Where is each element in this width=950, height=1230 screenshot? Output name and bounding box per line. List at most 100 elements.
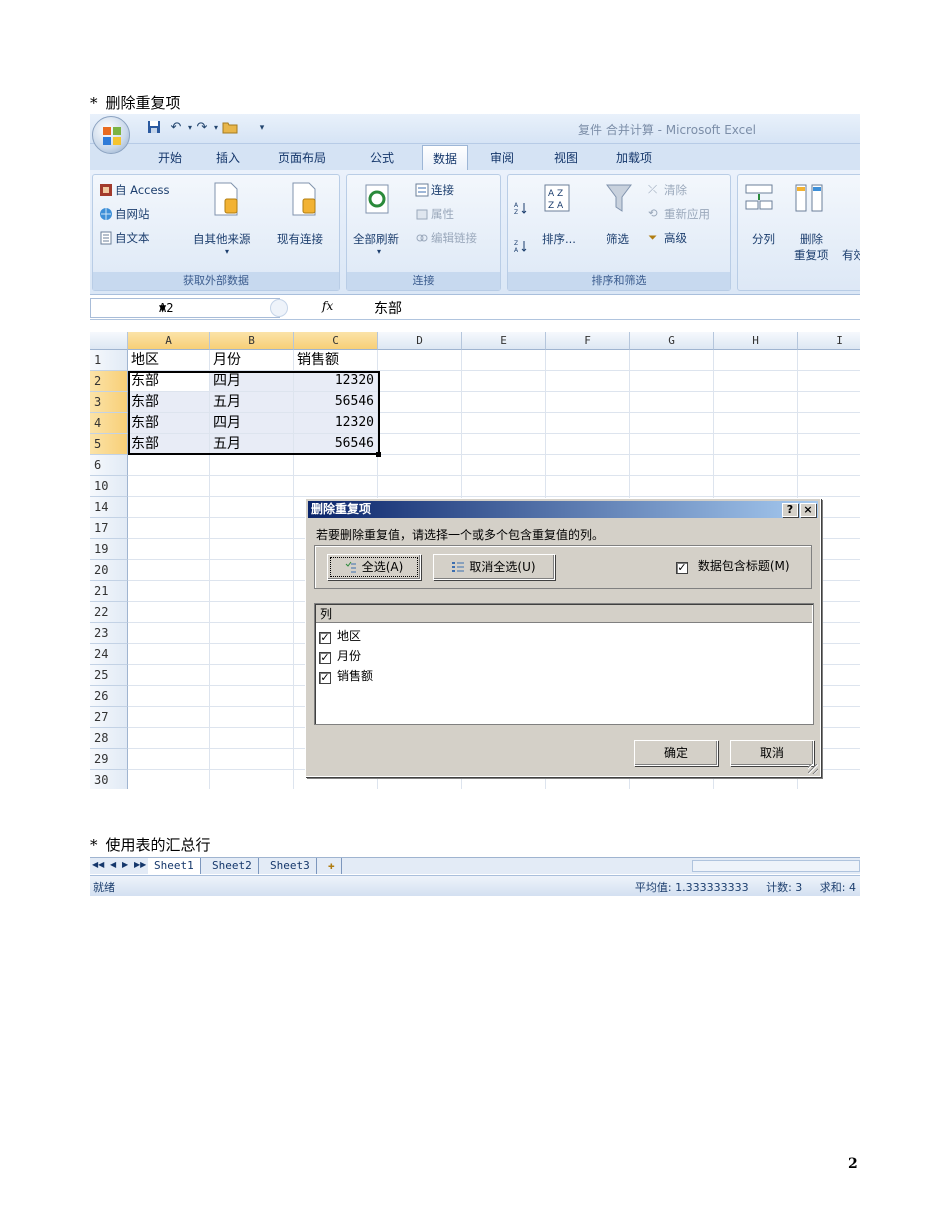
grid-cell[interactable] (378, 434, 462, 455)
row-header[interactable]: 10 (90, 476, 128, 497)
sort-desc-icon[interactable]: ZA (514, 239, 528, 253)
grid-cell[interactable] (714, 476, 798, 497)
checkbox-checked-icon[interactable]: ✓ (319, 672, 331, 684)
grid-cell[interactable] (210, 644, 294, 665)
refresh-all-dropdown-icon[interactable]: ▾ (377, 247, 381, 256)
qat-customize-icon[interactable]: ▾ (254, 120, 270, 136)
grid-cell[interactable] (378, 476, 462, 497)
row-header[interactable]: 14 (90, 497, 128, 518)
grid-cell[interactable] (128, 518, 210, 539)
grid-cell[interactable] (630, 434, 714, 455)
tab-insert[interactable]: 插入 (216, 149, 240, 166)
fill-handle[interactable] (376, 452, 381, 457)
chevron-down-icon[interactable]: ▼ (159, 301, 166, 315)
unselect-all-button[interactable]: 取消全选(U) (433, 554, 555, 580)
column-item-sales[interactable]: ✓ 销售额 (319, 667, 373, 684)
grid-cell[interactable] (128, 665, 210, 686)
grid-cell[interactable] (210, 770, 294, 789)
close-button[interactable]: × (800, 503, 816, 517)
text-to-columns-button[interactable]: 分列 (752, 231, 775, 247)
grid-cell[interactable] (798, 455, 860, 476)
column-header-f[interactable]: F (546, 332, 630, 350)
grid-cell[interactable] (128, 476, 210, 497)
other-sources-button[interactable]: 自其他来源 (193, 231, 251, 247)
grid-cell[interactable]: 四月 (210, 413, 294, 434)
grid-cell[interactable]: 56546 (294, 434, 378, 455)
grid-cell[interactable] (714, 350, 798, 371)
remove-duplicates-button[interactable]: 删除 (800, 231, 823, 247)
tab-view[interactable]: 视图 (554, 149, 578, 166)
grid-cell[interactable] (462, 371, 546, 392)
name-box[interactable]: A2 ▼ (90, 298, 280, 318)
grid-cell[interactable] (714, 371, 798, 392)
insert-sheet-icon[interactable]: ✚ (322, 858, 342, 874)
grid-cell[interactable] (128, 623, 210, 644)
grid-cell[interactable]: 地区 (128, 350, 210, 371)
grid-cell[interactable] (128, 539, 210, 560)
row-header[interactable]: 23 (90, 623, 128, 644)
grid-cell[interactable] (546, 413, 630, 434)
grid-cell[interactable] (128, 770, 210, 789)
tab-addins[interactable]: 加载项 (616, 149, 652, 166)
row-header[interactable]: 28 (90, 728, 128, 749)
column-header-a[interactable]: A (128, 332, 210, 350)
column-header-e[interactable]: E (462, 332, 546, 350)
grid-cell[interactable] (294, 476, 378, 497)
properties-button[interactable]: 属性 (431, 206, 454, 222)
grid-cell[interactable] (714, 455, 798, 476)
tab-home[interactable]: 开始 (158, 149, 182, 166)
row-header[interactable]: 17 (90, 518, 128, 539)
tab-page-layout[interactable]: 页面布局 (278, 149, 326, 166)
has-headers-checkbox[interactable]: ✓ 数据包含标题(M) (676, 557, 790, 574)
grid-cell[interactable] (462, 455, 546, 476)
row-header[interactable]: 20 (90, 560, 128, 581)
grid-cell[interactable] (210, 518, 294, 539)
grid-cell[interactable] (210, 728, 294, 749)
grid-cell[interactable] (462, 476, 546, 497)
grid-cell[interactable]: 东部 (128, 413, 210, 434)
grid-cell[interactable] (128, 749, 210, 770)
grid-cell[interactable] (630, 392, 714, 413)
first-sheet-icon[interactable]: ◀◀ (92, 860, 104, 869)
grid-cell[interactable] (210, 686, 294, 707)
existing-connections-button[interactable]: 现有连接 (277, 231, 323, 247)
row-header[interactable]: 26 (90, 686, 128, 707)
horizontal-scrollbar[interactable] (692, 860, 860, 872)
row-header[interactable]: 6 (90, 455, 128, 476)
grid-cell[interactable] (798, 350, 860, 371)
data-validation-button[interactable]: 有效 (842, 247, 860, 263)
grid-cell[interactable] (210, 623, 294, 644)
grid-cell[interactable] (128, 728, 210, 749)
grid-cell[interactable]: 月份 (210, 350, 294, 371)
advanced-button[interactable]: 高级 (664, 230, 687, 246)
grid-cell[interactable] (546, 476, 630, 497)
row-header[interactable]: 4 (90, 413, 128, 434)
grid-cell[interactable] (630, 476, 714, 497)
grid-cell[interactable] (546, 434, 630, 455)
sort-button[interactable]: 排序... (542, 231, 576, 247)
grid-cell[interactable] (462, 392, 546, 413)
prev-sheet-icon[interactable]: ◀ (110, 860, 116, 869)
grid-cell[interactable] (210, 602, 294, 623)
reapply-button[interactable]: 重新应用 (664, 206, 710, 222)
row-header[interactable]: 21 (90, 581, 128, 602)
select-all-corner[interactable] (90, 332, 128, 350)
grid-cell[interactable] (798, 434, 860, 455)
grid-cell[interactable]: 东部 (128, 371, 210, 392)
grid-cell[interactable] (462, 434, 546, 455)
last-sheet-icon[interactable]: ▶▶ (134, 860, 146, 869)
grid-cell[interactable] (210, 749, 294, 770)
grid-cell[interactable] (546, 455, 630, 476)
grid-cell[interactable] (630, 371, 714, 392)
formula-input[interactable]: 东部 (374, 298, 402, 318)
edit-links-button[interactable]: 编辑链接 (431, 230, 477, 246)
sheet-tab-sheet1[interactable]: Sheet1 (148, 858, 201, 874)
dialog-title-bar[interactable]: 删除重复项 ? × (308, 501, 818, 518)
refresh-all-button[interactable]: 全部刷新 (353, 231, 399, 247)
checkbox-checked-icon[interactable]: ✓ (319, 652, 331, 664)
tab-review[interactable]: 审阅 (490, 149, 514, 166)
from-access-button[interactable]: 自 Access (115, 182, 170, 198)
grid-cell[interactable] (546, 371, 630, 392)
grid-cell[interactable] (128, 497, 210, 518)
grid-cell[interactable] (714, 392, 798, 413)
